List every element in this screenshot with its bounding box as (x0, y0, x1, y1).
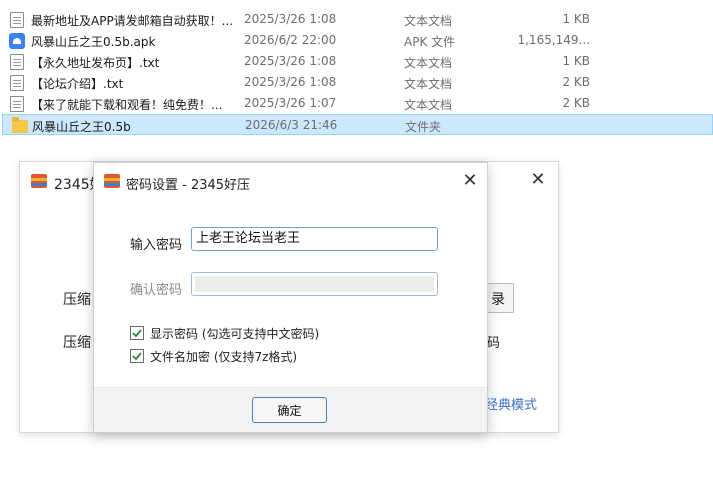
checkmark-icon (132, 329, 142, 338)
file-date: 2026/6/2 22:00 (244, 33, 337, 47)
file-size: 1 KB (562, 54, 590, 68)
close-icon[interactable]: ✕ (458, 169, 482, 193)
archive-app-icon (30, 173, 48, 189)
archive-app-icon (103, 173, 121, 189)
password-input[interactable]: 上老王论坛当老王 (191, 227, 438, 251)
file-row[interactable]: 【论坛介绍】.txt 2025/3/26 1:08 文本文档 2 KB (0, 72, 713, 93)
file-name: 最新地址及APP请发邮箱自动获取！... (31, 14, 234, 28)
file-name: 【来了就能下载和观看！纯免费！... (31, 98, 223, 112)
file-row[interactable]: 【永久地址发布页】.txt 2025/3/26 1:08 文本文档 1 KB (0, 51, 713, 72)
apk-file-icon (9, 33, 25, 49)
folder-icon (12, 117, 28, 133)
file-name: 【永久地址发布页】.txt (31, 56, 160, 70)
password-label: 输入密码 (130, 238, 183, 253)
dialog-titlebar: 密码设置 - 2345好压 ✕ (94, 163, 487, 199)
file-size: 1,165,149... (517, 33, 590, 47)
file-row[interactable]: 最新地址及APP请发邮箱自动获取！... 2025/3/26 1:08 文本文档… (0, 9, 713, 30)
checkmark-icon (132, 352, 142, 361)
file-date: 2025/3/26 1:08 (244, 75, 337, 89)
confirm-password-input[interactable] (191, 272, 438, 296)
password-dialog: 密码设置 - 2345好压 ✕ 输入密码 上老王论坛当老王 确认密码 显示密码 … (93, 162, 488, 433)
password-option-label: 码 (487, 336, 501, 351)
compress-option-label: 压缩 (63, 335, 91, 351)
confirm-password-label: 确认密码 (130, 283, 183, 298)
file-row[interactable]: 风暴山丘之王0.5b.apk 2026/6/2 22:00 APK 文件 1,1… (0, 30, 713, 51)
file-type: 文本文档 (404, 14, 453, 28)
file-date: 2025/3/26 1:08 (244, 54, 337, 68)
file-size: 2 KB (562, 75, 590, 89)
text-document-icon (10, 54, 24, 70)
file-date: 2026/6/3 21:46 (245, 118, 338, 132)
encrypt-filename-label: 文件名加密 (仅支持7z格式) (150, 350, 298, 364)
text-document-icon (10, 75, 24, 91)
checkbox[interactable] (130, 349, 144, 363)
file-size: 1 KB (562, 12, 590, 26)
file-date: 2025/3/26 1:08 (244, 12, 337, 26)
file-size: 2 KB (562, 96, 590, 110)
file-date: 2025/3/26 1:07 (244, 96, 337, 110)
show-password-label: 显示密码 (勾选可支持中文密码) (150, 327, 320, 341)
text-document-icon (10, 12, 24, 28)
file-name: 风暴山丘之王0.5b (32, 120, 131, 134)
ok-button[interactable]: 确定 (252, 397, 327, 423)
dialog-footer: 确定 (94, 387, 487, 432)
file-type: 文件夹 (405, 120, 442, 134)
text-document-icon (10, 96, 24, 112)
file-name: 【论坛介绍】.txt (31, 77, 124, 91)
file-type: 文本文档 (404, 56, 453, 70)
dialog-title: 密码设置 - 2345好压 (126, 178, 251, 193)
file-type: 文本文档 (404, 77, 453, 91)
file-name: 风暴山丘之王0.5b.apk (31, 35, 156, 49)
classic-mode-link[interactable]: 经典模式 (485, 394, 537, 413)
file-type: APK 文件 (404, 35, 456, 49)
compress-label: 压缩 (63, 292, 91, 308)
file-row-selected[interactable]: 风暴山丘之王0.5b 2026/6/3 21:46 文件夹 (2, 114, 713, 135)
file-row[interactable]: 【来了就能下载和观看！纯免费！... 2025/3/26 1:07 文本文档 2… (0, 93, 713, 114)
close-icon[interactable]: ✕ (526, 168, 550, 192)
file-type: 文本文档 (404, 98, 453, 112)
checkbox[interactable] (130, 326, 144, 340)
